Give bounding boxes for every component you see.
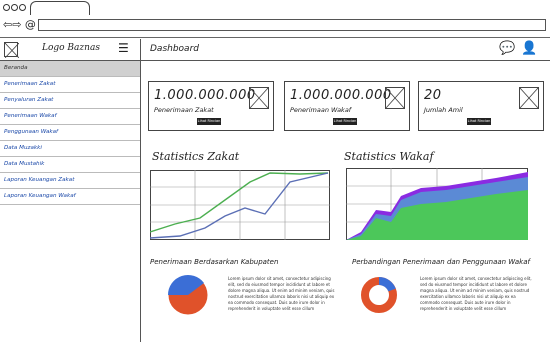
wakaf-area-chart — [346, 168, 528, 240]
card-label: Jumlah Amil — [424, 106, 463, 114]
url-bar[interactable] — [38, 19, 546, 31]
perbandingan-donut-chart — [361, 277, 397, 313]
window-maximize-icon[interactable] — [19, 4, 26, 11]
sidebar-item-laporan-zakat[interactable]: Laporan Keuangan Zakat — [0, 173, 140, 189]
top-bar: Logo Baznas ☰ Dashboard 💬 👤 — [0, 39, 550, 61]
sidebar-divider — [140, 39, 141, 342]
sidebar-item-beranda[interactable]: Beranda — [0, 61, 140, 77]
browser-tab[interactable] — [30, 1, 90, 15]
image-placeholder-icon — [385, 87, 405, 109]
card-label: Penerimaan Zakat — [154, 106, 214, 114]
logo-text: Logo Baznas — [42, 43, 100, 53]
sidebar-item-data-muzakki[interactable]: Data Muzakki — [0, 141, 140, 157]
window-close-icon[interactable] — [3, 4, 10, 11]
detail-button[interactable]: Lihat Rincian — [467, 118, 491, 125]
sidebar-item-penerimaan-zakat[interactable]: Penerimaan Zakat — [0, 77, 140, 93]
window-minimize-icon[interactable] — [11, 4, 18, 11]
kabupaten-pie-chart — [167, 274, 209, 316]
page-title: Dashboard — [150, 44, 199, 54]
chat-icon[interactable]: 💬 — [499, 41, 515, 56]
card-penerimaan-zakat: 1.000.000.000 Penerimaan Zakat Lihat Rin… — [148, 81, 274, 131]
sidebar-item-laporan-wakaf[interactable]: Laporan Keuangan Wakaf — [0, 189, 140, 205]
stats-zakat-title: Statistics Zakat — [152, 150, 240, 163]
detail-button[interactable]: Lihat Rincian — [197, 118, 221, 125]
perbandingan-title: Perbandingan Penerimaan dan Penggunaan W… — [352, 258, 530, 266]
sidebar: Beranda Penerimaan Zakat Penyaluran Zaka… — [0, 61, 140, 205]
image-placeholder-icon — [249, 87, 269, 109]
sidebar-item-penyaluran-zakat[interactable]: Penyaluran Zakat — [0, 93, 140, 109]
card-value: 20 — [424, 88, 442, 103]
card-penerimaan-wakaf: 1.000.000.000 Penerimaan Wakaf Lihat Rin… — [284, 81, 410, 131]
sidebar-item-penggunaan-wakaf[interactable]: Penggunaan Wakaf — [0, 125, 140, 141]
browser-chrome: ⇦⇨ @ — [0, 0, 550, 38]
card-value: 1.000.000.000 — [154, 88, 256, 103]
donut-segment-blue — [378, 277, 396, 292]
perbandingan-description: Lorem ipsum dolor sit amet, consectetur … — [420, 276, 532, 311]
user-icon[interactable]: 👤 — [521, 41, 537, 56]
menu-icon[interactable]: ☰ — [118, 41, 129, 55]
nav-arrows-icon[interactable]: ⇦⇨ @ — [3, 17, 36, 33]
image-placeholder-icon — [519, 87, 539, 109]
card-label: Penerimaan Wakaf — [290, 106, 352, 114]
detail-button[interactable]: Lihat Rincian — [333, 118, 357, 125]
card-jumlah-amil: 20 Jumlah Amil Lihat Rincian — [418, 81, 544, 131]
zakat-line-chart — [150, 170, 330, 240]
card-value: 1.000.000.000 — [290, 88, 392, 103]
sidebar-item-data-mustahik[interactable]: Data Mustahik — [0, 157, 140, 173]
stats-wakaf-title: Statistics Wakaf — [344, 150, 434, 163]
kabupaten-description: Lorem ipsum dolor sit amet, consectetur … — [228, 276, 335, 311]
sidebar-item-penerimaan-wakaf[interactable]: Penerimaan Wakaf — [0, 109, 140, 125]
kabupaten-title: Penerimaan Berdasarkan Kabupaten — [150, 258, 279, 266]
logo-image-icon — [4, 42, 19, 58]
